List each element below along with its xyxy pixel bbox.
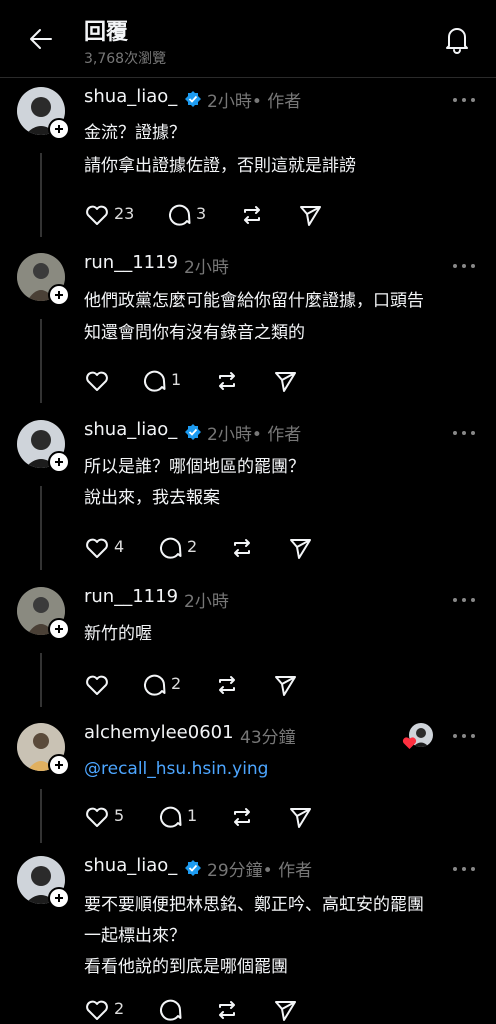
reply-bubble-icon[interactable] bbox=[141, 672, 167, 698]
username[interactable]: shua_liao_ bbox=[84, 419, 177, 440]
post-time: 2小時 bbox=[184, 592, 229, 612]
like-heart-icon[interactable] bbox=[84, 804, 110, 830]
like-heart-icon[interactable] bbox=[84, 368, 110, 394]
like-count: 23 bbox=[114, 204, 135, 223]
follow-plus-icon[interactable] bbox=[48, 887, 70, 909]
page-title: 回覆 bbox=[84, 20, 129, 45]
follow-plus-icon[interactable] bbox=[48, 118, 70, 140]
username[interactable]: alchemylee0601 bbox=[84, 722, 234, 743]
more-options-icon[interactable] bbox=[452, 597, 476, 603]
reply-bubble-icon[interactable] bbox=[157, 997, 183, 1023]
username[interactable]: shua_liao_ bbox=[84, 855, 177, 876]
reply-post: run__1119 2小時 新竹的喔 2 bbox=[0, 586, 496, 707]
like-count: 4 bbox=[114, 537, 125, 556]
post-actions: 23 3 bbox=[84, 202, 344, 228]
reply-bubble-icon[interactable] bbox=[166, 202, 192, 228]
post-text-line: 新竹的喔 bbox=[84, 624, 152, 644]
like-count: 2 bbox=[114, 999, 125, 1018]
thread-line bbox=[40, 789, 42, 843]
post-text-line: 知還會問你有沒有錄音之類的 bbox=[84, 323, 305, 343]
repost-icon[interactable] bbox=[214, 997, 240, 1023]
more-options-icon[interactable] bbox=[452, 866, 476, 872]
more-options-icon[interactable] bbox=[452, 733, 476, 739]
post-text-line: 請你拿出證據佐證，否則這就是誹謗 bbox=[84, 156, 356, 176]
share-send-icon[interactable] bbox=[272, 997, 298, 1023]
verified-badge-icon bbox=[185, 91, 201, 107]
back-arrow-icon[interactable] bbox=[26, 24, 56, 54]
reply-count: 2 bbox=[171, 674, 182, 693]
reply-bubble-icon[interactable] bbox=[141, 368, 167, 394]
more-options-icon[interactable] bbox=[452, 97, 476, 103]
reply-count: 1 bbox=[187, 806, 198, 825]
header-divider bbox=[0, 77, 496, 78]
reply-post: run__1119 2小時 他們政黨怎麼可能會給你留什麼證據，口頭告 知還會問你… bbox=[0, 252, 496, 403]
reply-post: alchemylee0601 43分鐘 @recall_hsu.hsin.yin… bbox=[0, 722, 496, 843]
like-count: 5 bbox=[114, 806, 125, 825]
thread-line bbox=[40, 153, 42, 237]
post-text-line: 一起標出來？ bbox=[84, 926, 186, 946]
repost-icon[interactable] bbox=[214, 672, 240, 698]
post-text-line: 要不要順便把林思銘、鄭正吟、高虹安的罷團 bbox=[84, 895, 424, 915]
username[interactable]: shua_liao_ bbox=[84, 86, 177, 107]
top-bar: 回覆 3,768次瀏覽 bbox=[0, 0, 496, 78]
share-send-icon[interactable] bbox=[297, 202, 323, 228]
share-send-icon[interactable] bbox=[272, 368, 298, 394]
share-send-icon[interactable] bbox=[272, 672, 298, 698]
username[interactable]: run__1119 bbox=[84, 586, 178, 607]
more-options-icon[interactable] bbox=[452, 430, 476, 436]
post-text-line: 說出來，我去報案 bbox=[84, 488, 220, 508]
post-time: 2小時 bbox=[184, 258, 229, 278]
red-heart-icon bbox=[402, 737, 417, 749]
follow-plus-icon[interactable] bbox=[48, 618, 70, 640]
post-actions: 2 bbox=[84, 997, 344, 1023]
share-send-icon[interactable] bbox=[287, 535, 313, 561]
post-text-line: 他們政黨怎麼可能會給你留什麼證據，口頭告 bbox=[84, 291, 424, 311]
reply-post: shua_liao_ 2小時• 作者 所以是誰？哪個地區的罷團？ 說出來，我去報… bbox=[0, 419, 496, 570]
post-text-line: 看看他說的到底是哪個罷團 bbox=[84, 957, 288, 977]
more-options-icon[interactable] bbox=[452, 263, 476, 269]
follow-plus-icon[interactable] bbox=[48, 754, 70, 776]
post-time: 43分鐘 bbox=[240, 728, 296, 748]
repost-icon[interactable] bbox=[229, 804, 255, 830]
reply-bubble-icon[interactable] bbox=[157, 804, 183, 830]
repost-icon[interactable] bbox=[239, 202, 265, 228]
reply-count: 1 bbox=[171, 370, 182, 389]
repost-icon[interactable] bbox=[214, 368, 240, 394]
reply-post: shua_liao_ 2小時• 作者 金流？證據？ 請你拿出證據佐證，否則這就是… bbox=[0, 86, 496, 237]
post-actions: 2 bbox=[84, 672, 344, 698]
like-heart-icon[interactable] bbox=[84, 535, 110, 561]
like-heart-icon[interactable] bbox=[84, 202, 110, 228]
verified-badge-icon bbox=[185, 860, 201, 876]
post-time: 2小時• 作者 bbox=[207, 425, 302, 445]
reply-bubble-icon[interactable] bbox=[157, 535, 183, 561]
mention-link[interactable]: @recall_hsu.hsin.ying bbox=[84, 753, 268, 786]
verified-badge-icon bbox=[185, 424, 201, 440]
post-actions: 4 2 bbox=[84, 535, 344, 561]
username[interactable]: run__1119 bbox=[84, 252, 178, 273]
post-actions: 5 1 bbox=[84, 804, 344, 830]
thread-line bbox=[40, 319, 42, 403]
like-heart-icon[interactable] bbox=[84, 672, 110, 698]
follow-plus-icon[interactable] bbox=[48, 284, 70, 306]
share-send-icon[interactable] bbox=[287, 804, 313, 830]
bell-icon[interactable] bbox=[440, 22, 474, 56]
repost-icon[interactable] bbox=[229, 535, 255, 561]
thread-line bbox=[40, 486, 42, 570]
view-count: 3,768次瀏覽 bbox=[84, 51, 167, 67]
post-actions: 1 bbox=[84, 368, 344, 394]
thread-line bbox=[40, 653, 42, 707]
like-heart-icon[interactable] bbox=[84, 997, 110, 1023]
reply-count: 3 bbox=[196, 204, 207, 223]
follow-plus-icon[interactable] bbox=[48, 451, 70, 473]
reply-post: shua_liao_ 29分鐘• 作者 要不要順便把林思銘、鄭正吟、高虹安的罷團… bbox=[0, 855, 496, 1024]
post-text-line: 金流？證據？ bbox=[84, 123, 186, 143]
post-time: 29分鐘• 作者 bbox=[207, 861, 313, 881]
reply-count: 2 bbox=[187, 537, 198, 556]
post-time: 2小時• 作者 bbox=[207, 92, 302, 112]
post-text-line: 所以是誰？哪個地區的罷團？ bbox=[84, 457, 305, 477]
